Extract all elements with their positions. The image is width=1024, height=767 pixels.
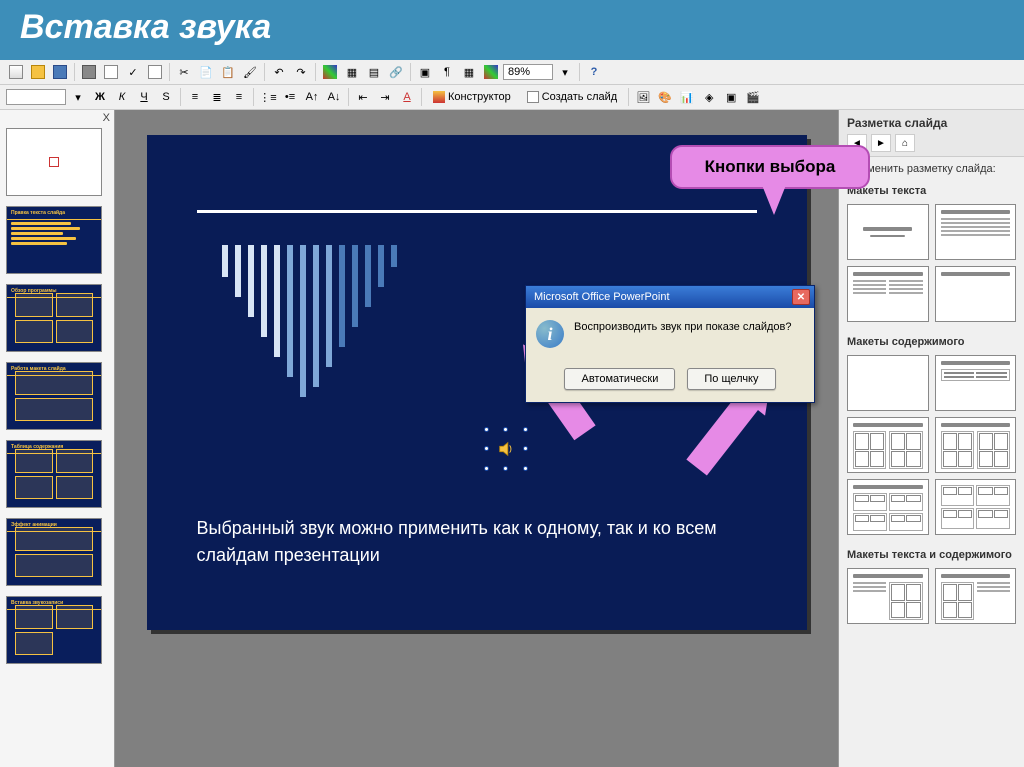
tutorial-header: Вставка звука xyxy=(0,0,1024,57)
save-button[interactable] xyxy=(50,62,70,82)
dialog-titlebar[interactable]: Microsoft Office PowerPoint ✕ xyxy=(526,286,814,308)
formatting-toolbar: ▾ Ж К Ч S ≡ ≣ ≡ ⋮≡ •≡ A↑ A↓ ⇤ ⇥ A Констр… xyxy=(0,85,1024,110)
layout-text-content-1[interactable] xyxy=(847,568,929,624)
new-doc-button[interactable] xyxy=(6,62,26,82)
new-slide-button[interactable]: Создать слайд xyxy=(520,88,624,106)
open-button[interactable] xyxy=(28,62,48,82)
page-title: Вставка звука xyxy=(20,8,1004,47)
thumbnails-close-button[interactable]: X xyxy=(103,112,110,124)
slide-thumb-7[interactable]: Вставка звукозаписи xyxy=(6,596,102,664)
layout-four-content[interactable] xyxy=(847,479,929,535)
layout-title-content[interactable] xyxy=(935,204,1017,260)
layouts-content-label: Макеты содержимого xyxy=(839,330,1024,351)
chart-button[interactable] xyxy=(320,62,340,82)
zoom-combo[interactable]: 89% xyxy=(503,64,553,80)
layout-content-caption[interactable] xyxy=(935,479,1017,535)
sound-play-dialog: Microsoft Office PowerPoint ✕ i Воспроиз… xyxy=(525,285,815,403)
help-button[interactable]: ? xyxy=(584,62,604,82)
insert-movie-button[interactable]: 🎬 xyxy=(743,87,763,107)
dialog-title: Microsoft Office PowerPoint xyxy=(534,291,670,303)
undo-button[interactable]: ↶ xyxy=(269,62,289,82)
underline-button[interactable]: Ч xyxy=(134,87,154,107)
slide-thumb-3[interactable]: Обзор программы xyxy=(6,284,102,352)
decrease-indent-button[interactable]: ⇤ xyxy=(353,87,373,107)
slide-thumb-2[interactable]: Правка текста слайда xyxy=(6,206,102,274)
layout-section-header[interactable] xyxy=(935,266,1017,322)
layout-blank[interactable] xyxy=(847,355,929,411)
annotation-callout: Кнопки выбора xyxy=(670,145,870,189)
speaker-icon xyxy=(497,440,515,458)
preview-button[interactable] xyxy=(101,62,121,82)
task-pane-title: Разметка слайда xyxy=(847,116,1016,130)
slide-layout-pane: Разметка слайда ◄ ► ⌂ Применить разметку… xyxy=(838,110,1024,767)
cut-button[interactable]: ✂ xyxy=(174,62,194,82)
slide-bars-graphic xyxy=(222,245,397,397)
decrease-font-button[interactable]: A↓ xyxy=(324,87,344,107)
format-painter-button[interactable]: 🖌 xyxy=(240,62,260,82)
slide-horizontal-rule xyxy=(197,210,757,213)
insert-chart-button[interactable]: 📊 xyxy=(677,87,697,107)
slide-editor: Выбранный звук можно применить как к одн… xyxy=(115,110,838,767)
workspace: X Правка текста слайда Обзор программы Р… xyxy=(0,110,1024,767)
font-color-button[interactable]: A xyxy=(397,87,417,107)
align-right-button[interactable]: ≡ xyxy=(229,87,249,107)
font-combo[interactable] xyxy=(6,89,66,105)
shadow-button[interactable]: S xyxy=(156,87,176,107)
slide-thumbnails-panel: X Правка текста слайда Обзор программы Р… xyxy=(0,110,115,767)
color-button[interactable] xyxy=(481,62,501,82)
broken-image-icon xyxy=(49,157,59,167)
task-pane-fwd-button[interactable]: ► xyxy=(871,134,891,152)
layout-content[interactable] xyxy=(935,355,1017,411)
layout-title-only[interactable] xyxy=(847,204,929,260)
insert-picture-button[interactable]: 🖼 xyxy=(633,87,653,107)
layouts-text-content-label: Макеты текста и содержимого xyxy=(839,543,1024,564)
slide-body-text: Выбранный звук можно применить как к одн… xyxy=(197,515,747,569)
dialog-auto-button[interactable]: Автоматически xyxy=(564,368,675,390)
slide-thumb-4[interactable]: Работа макета слайда xyxy=(6,362,102,430)
design-button[interactable]: Конструктор xyxy=(426,88,518,106)
tables-borders-button[interactable]: ▤ xyxy=(364,62,384,82)
paste-button[interactable]: 📋 xyxy=(218,62,238,82)
dialog-message: Воспроизводить звук при показе слайдов? xyxy=(574,320,792,335)
font-dropdown[interactable]: ▾ xyxy=(68,87,88,107)
layout-two-content[interactable] xyxy=(847,417,929,473)
layout-comparison[interactable] xyxy=(935,417,1017,473)
insert-clipart-button[interactable]: 🎨 xyxy=(655,87,675,107)
align-center-button[interactable]: ≣ xyxy=(207,87,227,107)
insert-diagram-button[interactable]: ◈ xyxy=(699,87,719,107)
dialog-onclick-button[interactable]: По щелчку xyxy=(687,368,775,390)
zoom-dropdown[interactable]: ▾ xyxy=(555,62,575,82)
bullets-button[interactable]: •≡ xyxy=(280,87,300,107)
slide-thumb-6[interactable]: Эффект анимации xyxy=(6,518,102,586)
bold-button[interactable]: Ж xyxy=(90,87,110,107)
layout-text-content-2[interactable] xyxy=(935,568,1017,624)
insert-object-button[interactable]: ▣ xyxy=(721,87,741,107)
layout-two-column[interactable] xyxy=(847,266,929,322)
dialog-close-button[interactable]: ✕ xyxy=(792,289,810,305)
copy-button[interactable]: 📄 xyxy=(196,62,216,82)
slide-thumb-5[interactable]: Таблица содержания xyxy=(6,440,102,508)
italic-button[interactable]: К xyxy=(112,87,132,107)
spell-button[interactable]: ✓ xyxy=(123,62,143,82)
powerpoint-window: ✓ ✂ 📄 📋 🖌 ↶ ↷ ▦ ▤ 🔗 ▣ ¶ ▦ 89% ▾ ? ▾ Ж К … xyxy=(0,60,1024,767)
redo-button[interactable]: ↷ xyxy=(291,62,311,82)
print-button[interactable] xyxy=(79,62,99,82)
expand-button[interactable]: ▣ xyxy=(415,62,435,82)
research-button[interactable] xyxy=(145,62,165,82)
standard-toolbar: ✓ ✂ 📄 📋 🖌 ↶ ↷ ▦ ▤ 🔗 ▣ ¶ ▦ 89% ▾ ? xyxy=(0,60,1024,85)
hyperlink-button[interactable]: 🔗 xyxy=(386,62,406,82)
numbering-button[interactable]: ⋮≡ xyxy=(258,87,278,107)
slide-thumb-1[interactable] xyxy=(6,128,102,196)
increase-font-button[interactable]: A↑ xyxy=(302,87,322,107)
task-pane-home-button[interactable]: ⌂ xyxy=(895,134,915,152)
grid-button[interactable]: ▦ xyxy=(459,62,479,82)
callout-label: Кнопки выбора xyxy=(686,157,854,177)
align-left-button[interactable]: ≡ xyxy=(185,87,205,107)
sound-object[interactable] xyxy=(487,430,525,468)
table-button[interactable]: ▦ xyxy=(342,62,362,82)
increase-indent-button[interactable]: ⇥ xyxy=(375,87,395,107)
show-formatting-button[interactable]: ¶ xyxy=(437,62,457,82)
info-icon: i xyxy=(536,320,564,348)
